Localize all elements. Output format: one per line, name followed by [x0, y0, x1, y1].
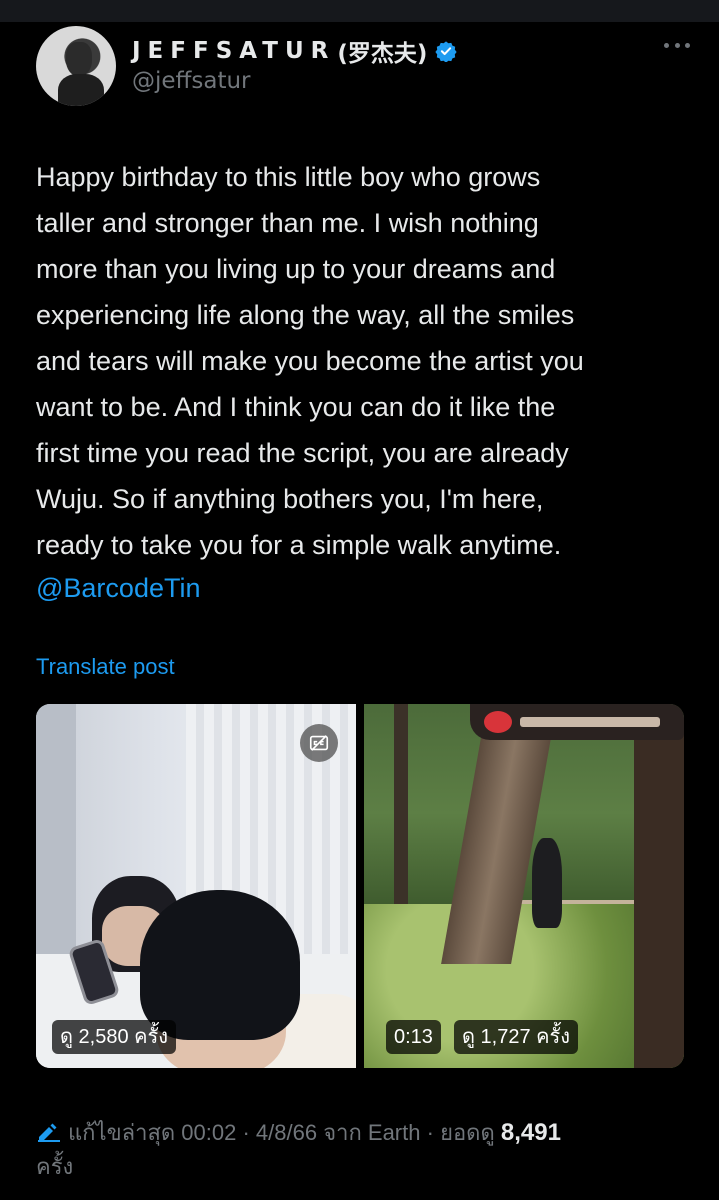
- edited-label[interactable]: แก้ไขล่าสุด: [68, 1120, 175, 1145]
- mention-link[interactable]: @BarcodeTin: [36, 568, 200, 608]
- media-video-2[interactable]: 0:13 ดู 1,727 ครั้ง: [364, 704, 684, 1068]
- photo-person-front: [140, 890, 300, 1040]
- tweet-line: more than you living up to your dreams a…: [36, 254, 556, 284]
- display-name[interactable]: JEFFSATUR: [132, 38, 335, 64]
- views-label: ยอดดู: [440, 1120, 495, 1145]
- post-location: จาก Earth: [323, 1120, 421, 1145]
- post-time: 00:02: [181, 1120, 237, 1145]
- duration-badge: 0:13: [386, 1020, 441, 1054]
- photo-sign: [470, 704, 684, 740]
- captions-off-icon: [309, 735, 329, 751]
- views-count: 8,491: [500, 1119, 561, 1146]
- separator-dot: ·: [242, 1120, 250, 1145]
- sign-arrow-icon: [484, 711, 512, 733]
- tweet-line: Happy birthday to this little boy who gr…: [36, 162, 541, 192]
- tweet-line: taller and stronger than me. I wish noth…: [36, 208, 539, 238]
- handle[interactable]: @jeffsatur: [132, 68, 251, 94]
- media-video-1[interactable]: ดู 2,580 ครั้ง: [36, 704, 356, 1068]
- verified-badge-icon: [435, 41, 458, 62]
- translate-post-link[interactable]: Translate post: [36, 654, 175, 680]
- edit-pencil-icon[interactable]: [36, 1122, 62, 1142]
- tweet-text: Happy birthday to this little boy who gr…: [36, 154, 686, 568]
- avatar-body: [58, 74, 104, 106]
- tweet-line: experiencing life along the way, all the…: [36, 300, 575, 330]
- name-row: JEFFSATUR (罗杰夫): [132, 34, 458, 68]
- tweet-line: want to be. And I think you can do it li…: [36, 392, 556, 422]
- display-name-suffix[interactable]: (罗杰夫): [337, 34, 427, 68]
- view-count-badge: ดู 2,580 ครั้ง: [52, 1020, 177, 1054]
- post-meta: แก้ไขล่าสุด 00:02 · 4/8/66 จาก Earth · ย…: [36, 1116, 686, 1184]
- post-date: 4/8/66: [255, 1120, 318, 1145]
- tweet-line: ready to take you for a simple walk anyt…: [36, 530, 562, 560]
- avatar[interactable]: [36, 26, 116, 106]
- captions-icon[interactable]: [300, 724, 338, 762]
- view-count-badge: ดู 1,727 ครั้ง: [454, 1020, 579, 1054]
- separator-dot: ·: [426, 1120, 434, 1145]
- post-header: JEFFSATUR (罗杰夫) @jeffsatur: [36, 26, 690, 106]
- photo-people: [532, 838, 562, 928]
- tweet-line: and tears will make you become the artis…: [36, 346, 584, 376]
- views-unit: ครั้ง: [36, 1154, 74, 1179]
- tweet-line: Wuju. So if anything bothers you, I'm he…: [36, 484, 544, 514]
- photo-tree-thin: [394, 704, 408, 904]
- photo-sign-post: [634, 724, 684, 1068]
- top-bar: [0, 0, 719, 22]
- more-icon[interactable]: [664, 40, 690, 50]
- avatar-face: [66, 42, 92, 76]
- tweet-line: first time you read the script, you are …: [36, 438, 569, 468]
- sign-text-shape: [520, 717, 660, 727]
